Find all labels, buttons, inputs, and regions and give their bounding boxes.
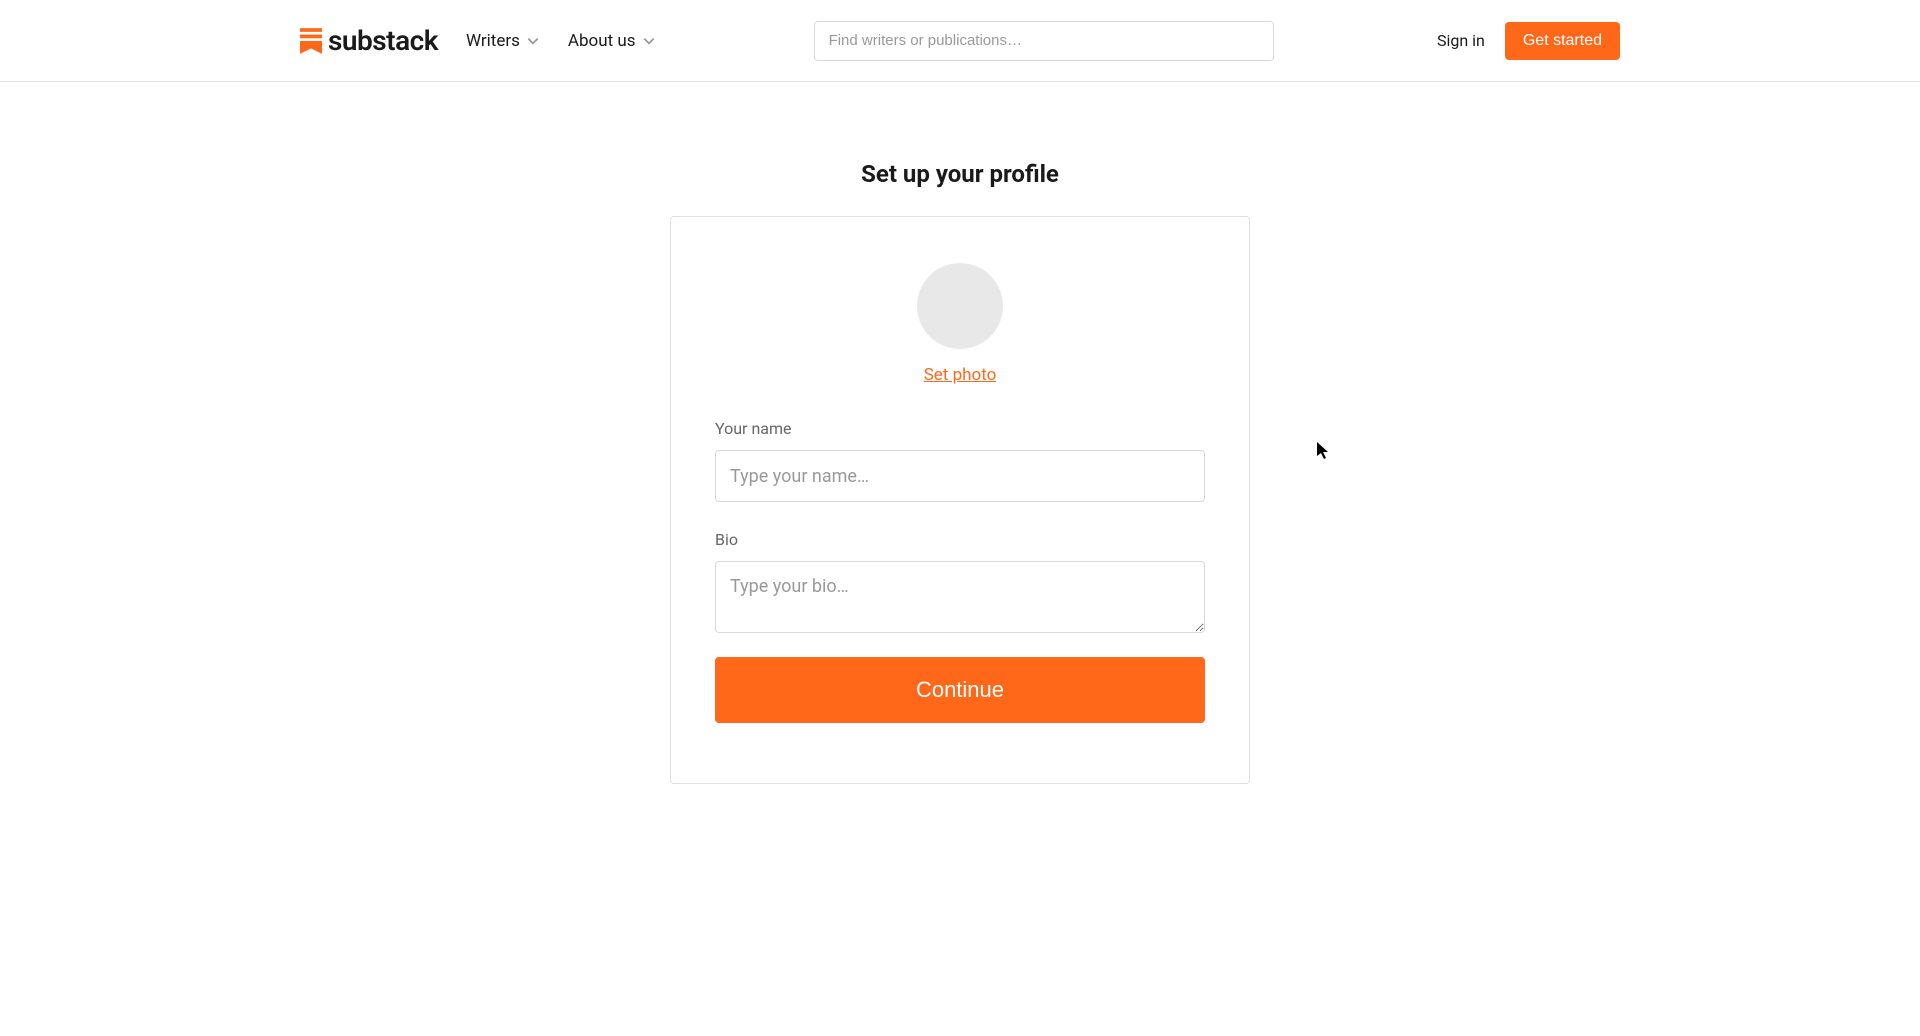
substack-logo-icon [300,28,322,54]
nav-items: Writers About us [466,31,656,51]
set-photo-link[interactable]: Set photo [924,365,997,385]
nav-about-us[interactable]: About us [568,31,656,51]
bio-form-group: Bio [715,530,1205,637]
logo[interactable]: substack [300,24,438,57]
nav-writers[interactable]: Writers [466,31,540,51]
get-started-button[interactable]: Get started [1505,22,1620,60]
header: substack Writers About us Sign in [0,0,1920,82]
bio-input[interactable] [715,561,1205,633]
search-container [814,21,1274,61]
name-input[interactable] [715,450,1205,502]
nav-about-us-label: About us [568,31,636,51]
nav-writers-label: Writers [466,31,520,51]
main: Set up your profile Set photo Your name … [0,82,1920,784]
profile-card: Set photo Your name Bio Continue [670,216,1250,784]
header-inner: substack Writers About us Sign in [300,21,1620,61]
logo-text: substack [328,24,438,57]
page-title: Set up your profile [861,160,1059,188]
name-label: Your name [715,419,1205,438]
chevron-down-icon [526,34,540,48]
search-input[interactable] [814,21,1274,61]
chevron-down-icon [642,34,656,48]
continue-button[interactable]: Continue [715,657,1205,723]
avatar-placeholder[interactable] [917,263,1003,349]
header-right: Sign in Get started [1433,22,1620,60]
bio-label: Bio [715,530,1205,549]
sign-in-link[interactable]: Sign in [1433,23,1489,58]
name-form-group: Your name [715,419,1205,502]
